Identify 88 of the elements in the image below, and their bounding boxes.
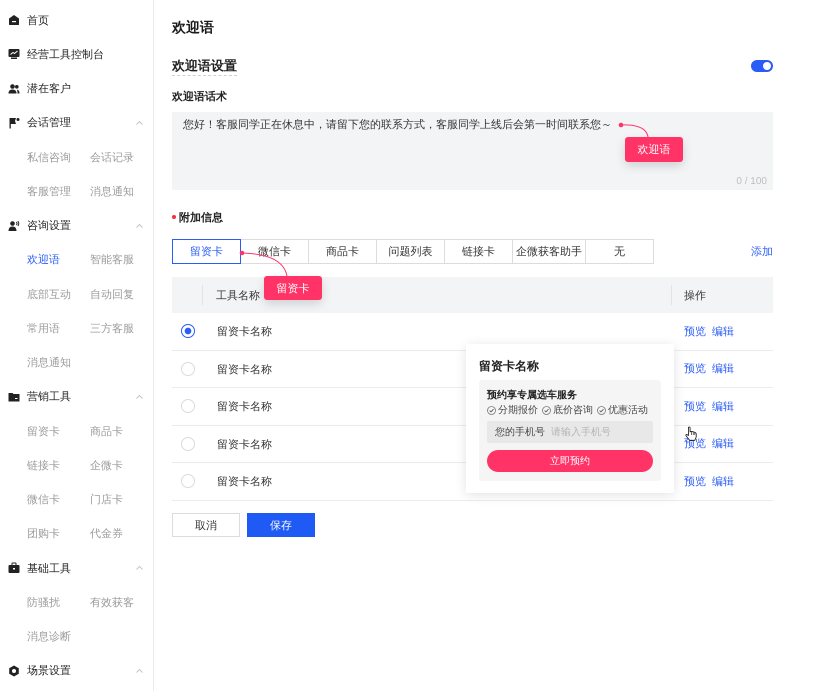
nav-subitem[interactable]: 留资卡: [27, 424, 60, 439]
monitor-icon: [8, 48, 20, 60]
chevron-up-icon[interactable]: [136, 120, 143, 125]
briefcase-icon: [8, 562, 20, 574]
tab[interactable]: 链接卡: [444, 239, 513, 264]
nav-item[interactable]: 场景设置: [27, 663, 71, 678]
flag-icon: [8, 116, 20, 129]
nav-subitem[interactable]: 自动回复: [90, 286, 134, 302]
column-header: 工具名称: [216, 288, 260, 302]
chevron-up-icon[interactable]: [136, 394, 143, 399]
action-link[interactable]: 预览: [684, 474, 706, 489]
folder-icon: [8, 390, 20, 403]
action-link[interactable]: 编辑: [712, 361, 734, 376]
nav-subitem[interactable]: 欢迎语: [27, 252, 60, 268]
table-cell: 留资卡名称: [217, 364, 272, 376]
chevron-up-icon[interactable]: [136, 668, 143, 673]
nav-item[interactable]: 潜在客户: [27, 81, 71, 96]
field-label: 欢迎语话术: [172, 90, 227, 105]
add-link[interactable]: 添加: [751, 244, 773, 259]
table-cell: 留资卡名称: [217, 438, 272, 451]
nav-subitem[interactable]: 企微卡: [90, 458, 123, 473]
nav-subitem[interactable]: 商品卡: [90, 424, 123, 439]
nav-subitem[interactable]: 常用语: [27, 320, 60, 336]
nav-subitem[interactable]: 底部互动: [27, 286, 71, 302]
feature-label: 优惠活动: [608, 404, 648, 417]
feature-label: 底价咨询: [553, 404, 593, 417]
radio-button[interactable]: [180, 324, 194, 338]
person-speaking-icon: [8, 220, 20, 232]
field-label: 您的手机号: [495, 426, 545, 439]
popover-title: 留资卡名称: [479, 358, 540, 374]
nav-subitem[interactable]: 消息诊断: [27, 629, 71, 644]
nav-subitem[interactable]: 链接卡: [27, 458, 60, 473]
toggle-switch[interactable]: [751, 60, 773, 72]
action-link[interactable]: 预览: [684, 361, 706, 376]
table-cell: 留资卡名称: [217, 401, 272, 414]
nav-item[interactable]: 经营工具控制台: [27, 46, 104, 62]
nav-subitem[interactable]: 智能客服: [90, 252, 134, 268]
feature-label: 分期报价: [498, 404, 538, 417]
table-cell: 留资卡名称: [217, 326, 272, 338]
tab[interactable]: 企微获客助手: [512, 239, 586, 264]
home-icon: [8, 14, 20, 26]
nav-item[interactable]: 首页: [27, 12, 49, 28]
nav-subitem[interactable]: 消息通知: [90, 184, 134, 199]
nav-subitem[interactable]: 三方客服: [90, 320, 134, 336]
tab[interactable]: 微信卡: [240, 239, 309, 264]
nav-subitem[interactable]: 防骚扰: [27, 594, 60, 610]
callout-label: 留资卡: [264, 276, 322, 300]
nav-item[interactable]: 咨询设置: [27, 218, 71, 234]
nav-subitem[interactable]: 客服管理: [27, 184, 71, 199]
section-title: 欢迎语设置: [172, 56, 237, 76]
action-link[interactable]: 编辑: [712, 398, 734, 414]
field-label: 附加信息: [179, 210, 223, 224]
check-circle-icon: [597, 406, 606, 414]
tab[interactable]: 无: [585, 239, 654, 264]
gear-icon: [8, 664, 20, 677]
nav-item[interactable]: 会话管理: [27, 115, 71, 130]
chevron-up-icon[interactable]: [136, 224, 143, 228]
tab[interactable]: 留资卡: [172, 239, 241, 264]
page-title: 欢迎语: [172, 18, 214, 37]
users-icon: [8, 82, 20, 95]
nav-subitem[interactable]: 私信咨询: [27, 150, 71, 165]
nav-item[interactable]: 营销工具: [27, 389, 71, 404]
nav-subitem[interactable]: 门店卡: [90, 492, 123, 508]
form-headline: 预约享专属选车服务: [487, 389, 578, 403]
table-cell: 留资卡名称: [217, 476, 272, 488]
char-counter: 0 / 100: [736, 176, 767, 187]
cancel-button[interactable]: 取消: [172, 513, 240, 537]
action-link[interactable]: 编辑: [712, 436, 734, 452]
chevron-up-icon[interactable]: [136, 566, 143, 570]
action-link[interactable]: 编辑: [712, 324, 734, 339]
tab[interactable]: 商品卡: [308, 239, 377, 264]
action-link[interactable]: 预览: [684, 398, 706, 414]
check-circle-icon: [487, 406, 496, 414]
save-button[interactable]: 保存: [247, 513, 315, 537]
submit-button[interactable]: 立即预约: [487, 450, 653, 472]
nav-subitem[interactable]: 团购卡: [27, 526, 60, 542]
check-circle-icon: [542, 406, 551, 414]
nav-subitem[interactable]: 会话记录: [90, 150, 134, 165]
tab[interactable]: 问题列表: [376, 239, 445, 264]
nav-subitem[interactable]: 微信卡: [27, 492, 60, 508]
column-header: 操作: [684, 288, 706, 302]
nav-subitem[interactable]: 消息通知: [27, 355, 71, 370]
nav-subitem[interactable]: 代金券: [90, 526, 123, 542]
nav-item[interactable]: 基础工具: [27, 560, 71, 576]
callout-label: 欢迎语: [625, 137, 683, 162]
action-link[interactable]: 预览: [684, 324, 706, 339]
action-link[interactable]: 编辑: [712, 474, 734, 489]
nav-subitem[interactable]: 有效获客: [90, 594, 134, 610]
